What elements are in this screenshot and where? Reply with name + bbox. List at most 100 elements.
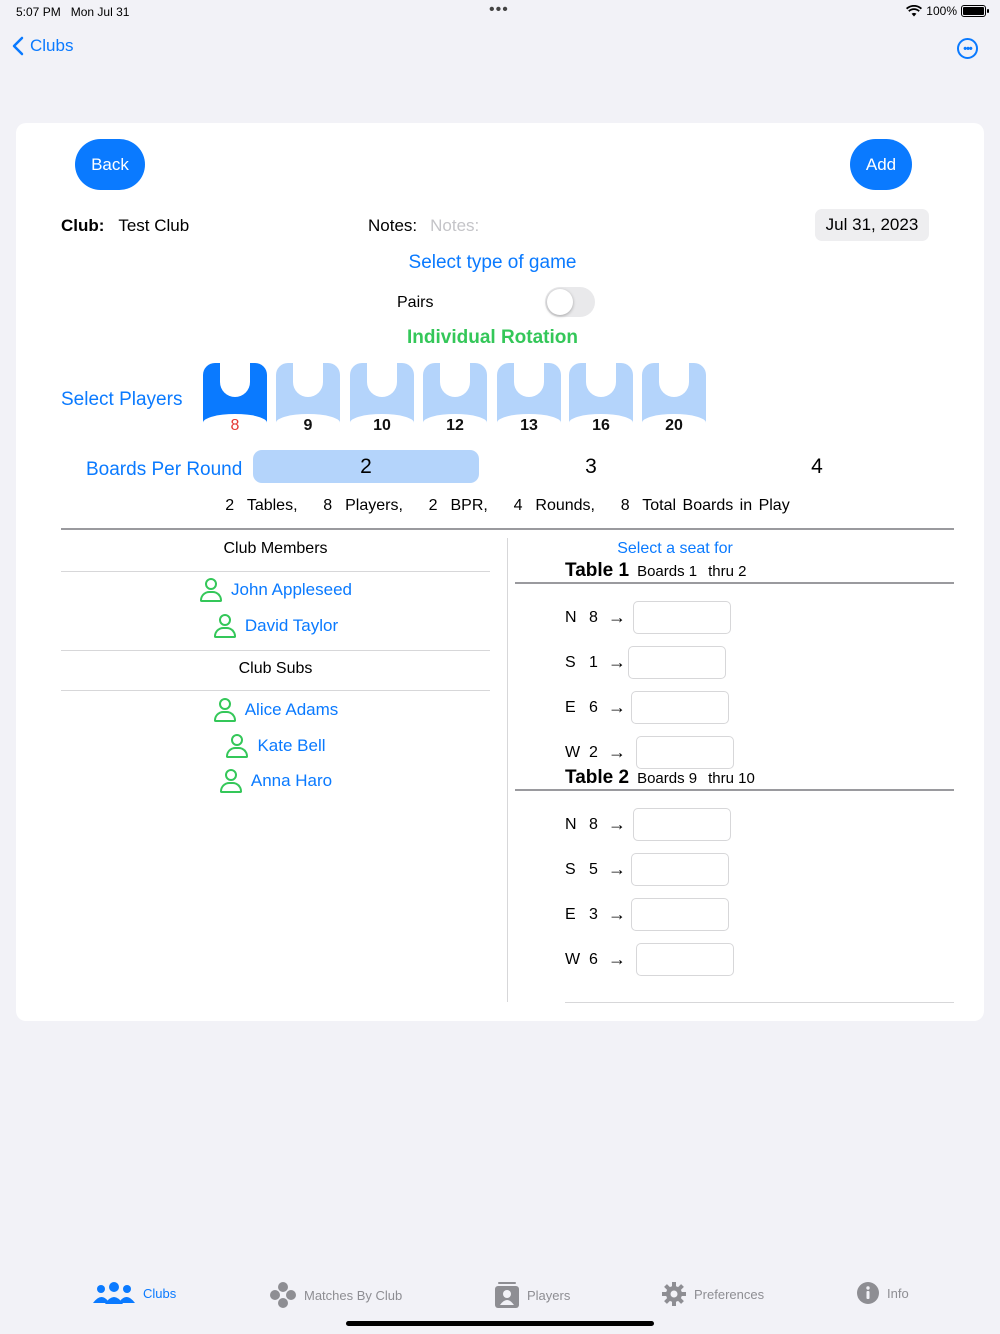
member-name: Alice Adams (244, 700, 339, 719)
player-count-option-8[interactable]: 8 (203, 363, 267, 436)
arrow-right-icon: → (608, 742, 626, 762)
back-button[interactable]: Back (75, 139, 145, 190)
tab-preferences[interactable]: Preferences (662, 1282, 764, 1306)
gear-icon (662, 1282, 686, 1306)
seat-player-number: 8 (589, 815, 598, 833)
nav-back-label: Clubs (30, 36, 74, 55)
tab-matches-by-club[interactable]: Matches By Club (270, 1282, 402, 1308)
multitasking-dots-icon[interactable]: ••• (489, 1, 509, 19)
seat-direction: W (565, 950, 581, 968)
seat-row-e: E 3 → (565, 898, 729, 931)
seat-input[interactable] (628, 646, 726, 679)
summary-rounds-label: Rounds, (535, 497, 595, 514)
seat-input[interactable] (633, 601, 731, 634)
gamecontroller-icon (270, 1282, 296, 1308)
tab-label: Preferences (694, 1286, 765, 1302)
tab-label: Matches By Club (304, 1287, 403, 1303)
seat-row-s: S 1 → (565, 646, 726, 679)
player-count-label: 10 (373, 417, 391, 434)
player-count-option-10[interactable]: 10 (350, 363, 414, 436)
person-icon (225, 734, 249, 758)
seat-player-number: 3 (589, 905, 598, 923)
nav-back-button[interactable]: Clubs (12, 36, 73, 56)
member-name: David Taylor (244, 616, 339, 635)
seat-direction: E (565, 905, 576, 923)
pairs-label: Pairs (397, 294, 434, 311)
member-item[interactable]: John Appleseed (0, 578, 551, 602)
tab-players[interactable]: Players (495, 1282, 570, 1308)
summary-players-label: Players, (345, 497, 403, 514)
seat-input[interactable] (636, 736, 734, 769)
player-count-label: 20 (665, 417, 683, 434)
summary-tables-label: Tables, (246, 497, 298, 514)
member-name: Anna Haro (250, 771, 333, 790)
table-boards: Boards 9 (637, 770, 698, 787)
seat-input[interactable] (633, 808, 731, 841)
bpr-option-3[interactable]: 3 (478, 450, 704, 483)
pairs-toggle[interactable] (545, 287, 595, 317)
tab-label: Info (887, 1285, 909, 1301)
table-divider (515, 789, 954, 791)
club-label: Club: (61, 216, 105, 235)
subs-top-divider (61, 650, 490, 651)
seat-input[interactable] (631, 691, 729, 724)
boards-per-round-label: Boards Per Round (86, 459, 243, 480)
arrow-right-icon: → (608, 904, 626, 924)
member-item[interactable]: Anna Haro (0, 769, 551, 793)
table-name: Table 1 (565, 560, 630, 581)
wifi-icon (906, 5, 923, 17)
player-count-option-9[interactable]: 9 (276, 363, 340, 436)
tab-clubs[interactable]: Clubs (93, 1282, 176, 1304)
summary-bpr-label: BPR, (450, 497, 488, 514)
seat-player-number: 6 (589, 950, 598, 968)
member-item[interactable]: David Taylor (0, 614, 551, 638)
table-thru: thru 2 (708, 563, 747, 580)
player-count-option-16[interactable]: 16 (569, 363, 633, 436)
summary-rounds-num: 4 (513, 497, 523, 514)
table-header: Table 2 Boards 9 thru 10 (565, 767, 755, 789)
tab-label: Clubs (143, 1285, 177, 1301)
seat-player-number: 5 (589, 860, 598, 878)
battery-percent: 100% (926, 4, 957, 18)
date-picker[interactable]: Jul 31, 2023 (815, 209, 929, 241)
seat-direction: E (565, 698, 576, 716)
player-count-option-20[interactable]: 20 (642, 363, 706, 436)
seat-input[interactable] (631, 853, 729, 886)
club-members-title: Club Members (223, 540, 328, 557)
seat-row-w: W 2 → (565, 736, 734, 769)
notes-row: Notes: Notes: (368, 216, 730, 236)
battery-icon (961, 5, 989, 17)
member-name: Kate Bell (257, 736, 326, 755)
seat-player-number: 2 (589, 743, 598, 761)
player-count-option-13[interactable]: 13 (497, 363, 561, 436)
player-count-option-12[interactable]: 12 (423, 363, 487, 436)
bpr-option-4[interactable]: 4 (704, 450, 930, 483)
member-item[interactable]: Kate Bell (0, 734, 551, 758)
notes-input[interactable]: Notes: (430, 216, 730, 236)
status-indicators: 100% (906, 4, 989, 18)
seat-direction: N (565, 815, 577, 833)
seat-row-w: W 6 → (565, 943, 734, 976)
person-head-icon (586, 363, 616, 397)
player-count-label: 16 (592, 417, 610, 434)
member-name: John Appleseed (231, 580, 352, 599)
seat-input[interactable] (636, 943, 734, 976)
members-divider (61, 571, 490, 572)
seat-row-n: N 8 → (565, 808, 731, 841)
add-button[interactable]: Add (850, 139, 912, 190)
more-options-icon[interactable]: ••• (957, 38, 978, 59)
seat-row-s: S 5 → (565, 853, 729, 886)
summary-bpr-num: 2 (428, 497, 438, 514)
status-date: Mon Jul 31 (70, 5, 130, 19)
arrow-right-icon: → (608, 697, 626, 717)
tab-info[interactable]: Info (857, 1282, 909, 1304)
seat-input[interactable] (631, 898, 729, 931)
people-group-icon (93, 1282, 135, 1304)
club-name: Test Club (118, 216, 190, 235)
bpr-option-2[interactable]: 2 (253, 450, 479, 483)
person-card-icon (495, 1282, 519, 1308)
subs-divider (61, 690, 490, 691)
session-summary: 2 Tables, 8 Players, 2 BPR, 4 Rounds, 8 … (0, 497, 1000, 515)
arrow-right-icon: → (608, 652, 626, 672)
member-item[interactable]: Alice Adams (0, 698, 551, 722)
